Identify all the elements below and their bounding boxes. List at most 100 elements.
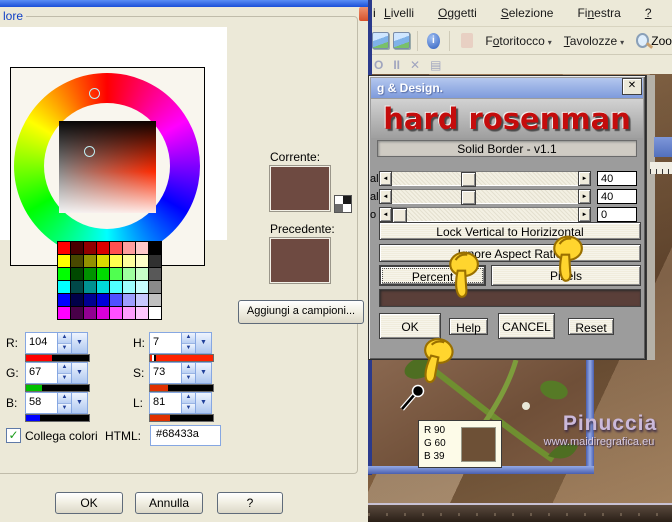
- slider-value-input[interactable]: 0: [597, 207, 637, 222]
- border-color-bar[interactable]: [379, 289, 641, 307]
- palette-swatch[interactable]: [136, 294, 148, 306]
- dialog-titlebar[interactable]: [0, 0, 368, 7]
- palette-swatch[interactable]: [110, 281, 122, 293]
- slider-right-arrow[interactable]: ►: [578, 189, 591, 204]
- menu-[interactable]: ?: [645, 6, 652, 20]
- palette-swatch[interactable]: [123, 281, 135, 293]
- green-spinner[interactable]: ▲ ▼: [57, 363, 71, 383]
- palette-swatch[interactable]: [136, 281, 148, 293]
- saturation-spinner[interactable]: ▲ ▼: [181, 363, 195, 383]
- magnifier-icon[interactable]: [636, 33, 650, 48]
- palette-swatch[interactable]: [58, 281, 70, 293]
- palette-swatch[interactable]: [97, 242, 109, 254]
- palette-swatch[interactable]: [71, 307, 83, 319]
- palette-swatch[interactable]: [58, 255, 70, 267]
- fotoritocco-dropdown[interactable]: Fotoritocco ▾: [485, 34, 551, 48]
- html-color-input[interactable]: #68433a: [150, 425, 221, 446]
- slider-thumb[interactable]: [392, 208, 407, 223]
- slider-right-arrow[interactable]: ►: [578, 207, 591, 222]
- palette-swatch[interactable]: [123, 242, 135, 254]
- slider-value-input[interactable]: 40: [597, 171, 637, 186]
- photo-icon[interactable]: [372, 32, 389, 49]
- menu-fragment[interactable]: i: [373, 6, 376, 20]
- palette-swatch[interactable]: [84, 294, 96, 306]
- palette-swatch[interactable]: [84, 307, 96, 319]
- palette-swatch[interactable]: [97, 268, 109, 280]
- palette-swatch[interactable]: [84, 242, 96, 254]
- palette-swatch[interactable]: [97, 255, 109, 267]
- palette-swatch[interactable]: [84, 268, 96, 280]
- add-to-swatches-button[interactable]: Aggiungi a campioni...: [238, 300, 364, 324]
- palette-swatch[interactable]: [58, 242, 70, 254]
- link-colors-checkbox[interactable]: ✓: [6, 428, 21, 443]
- slider-right-arrow[interactable]: ►: [578, 171, 591, 186]
- palette-swatch[interactable]: [136, 307, 148, 319]
- palette-swatch[interactable]: [58, 307, 70, 319]
- menu-finestra[interactable]: Finestra: [577, 6, 620, 20]
- slider-left-arrow[interactable]: ◄: [379, 171, 392, 186]
- ignore-aspect-button[interactable]: Ignore Aspect Ratio: [379, 244, 641, 262]
- palette-swatch[interactable]: [97, 307, 109, 319]
- palette-swatch[interactable]: [136, 255, 148, 267]
- info-icon[interactable]: i: [426, 32, 441, 49]
- palette-swatch[interactable]: [97, 281, 109, 293]
- lightness-input[interactable]: 81 ▲ ▼ ▼: [149, 392, 212, 414]
- plugin-cancel-button[interactable]: CANCEL: [498, 313, 555, 339]
- slider-thumb[interactable]: [460, 190, 476, 205]
- slider-thumb[interactable]: [460, 172, 476, 187]
- save-icon[interactable]: ▤: [430, 58, 441, 72]
- close-icon[interactable]: ✕: [622, 78, 642, 95]
- cancel-button[interactable]: Annulla: [135, 492, 203, 514]
- palette-swatch[interactable]: [58, 268, 70, 280]
- tavolozze-dropdown[interactable]: Tavolozze ▾: [564, 34, 624, 48]
- green-slider-dropdown[interactable]: ▼: [71, 363, 87, 383]
- hue-marker[interactable]: [89, 88, 100, 99]
- hue-slider-dropdown[interactable]: ▼: [195, 333, 211, 353]
- palette-swatch[interactable]: [123, 307, 135, 319]
- plugin-reset-button[interactable]: Reset: [568, 318, 614, 335]
- palette-swatch[interactable]: [71, 242, 83, 254]
- palette-swatch[interactable]: [149, 281, 161, 293]
- palette-swatch[interactable]: [123, 294, 135, 306]
- lock-vertical-button[interactable]: Lock Vertical to Horizizontal: [379, 222, 641, 240]
- close-button-partial[interactable]: [359, 7, 368, 21]
- pause-icon[interactable]: II: [393, 58, 400, 72]
- menu-livelli[interactable]: Livelli: [384, 6, 414, 20]
- palette-swatch[interactable]: [136, 268, 148, 280]
- slider-left-arrow[interactable]: ◄: [379, 207, 392, 222]
- blue-input[interactable]: 58 ▲ ▼ ▼: [25, 392, 88, 414]
- saturation-lightness-square[interactable]: [59, 121, 156, 213]
- saturation-slider-dropdown[interactable]: ▼: [195, 363, 211, 383]
- palette-swatch[interactable]: [110, 268, 122, 280]
- slider-left-arrow[interactable]: ◄: [379, 189, 392, 204]
- palette-swatch[interactable]: [110, 294, 122, 306]
- palette-swatch[interactable]: [123, 255, 135, 267]
- green-input[interactable]: 67 ▲ ▼ ▼: [25, 362, 88, 384]
- palette-swatch[interactable]: [71, 281, 83, 293]
- menu-selezione[interactable]: Selezione: [501, 6, 554, 20]
- palette-swatch[interactable]: [149, 255, 161, 267]
- palette-swatch[interactable]: [71, 268, 83, 280]
- palette-swatch[interactable]: [84, 255, 96, 267]
- blue-slider-dropdown[interactable]: ▼: [71, 393, 87, 413]
- palette-swatch[interactable]: [110, 255, 122, 267]
- plugin-help-button[interactable]: Help: [449, 318, 488, 335]
- saturation-input[interactable]: 73 ▲ ▼ ▼: [149, 362, 212, 384]
- slider-track[interactable]: [392, 171, 578, 187]
- slider-track[interactable]: [392, 189, 578, 205]
- blue-spinner[interactable]: ▲ ▼: [57, 393, 71, 413]
- help-button[interactable]: ?: [217, 492, 283, 514]
- palette-swatch[interactable]: [71, 294, 83, 306]
- slider-track[interactable]: [392, 207, 578, 223]
- saturation-marker[interactable]: [84, 146, 95, 157]
- slider-value-input[interactable]: 40: [597, 189, 637, 204]
- hue-input[interactable]: 7 ▲ ▼ ▼: [149, 332, 212, 354]
- palette-swatch[interactable]: [97, 294, 109, 306]
- plugin-titlebar[interactable]: g & Design.: [371, 78, 643, 98]
- photo-icon[interactable]: [392, 32, 410, 49]
- palette-swatch[interactable]: [110, 242, 122, 254]
- palette-swatch[interactable]: [149, 294, 161, 306]
- lightness-spinner[interactable]: ▲ ▼: [181, 393, 195, 413]
- palette-swatch[interactable]: [136, 242, 148, 254]
- swatch-toggle-icon[interactable]: [334, 195, 352, 213]
